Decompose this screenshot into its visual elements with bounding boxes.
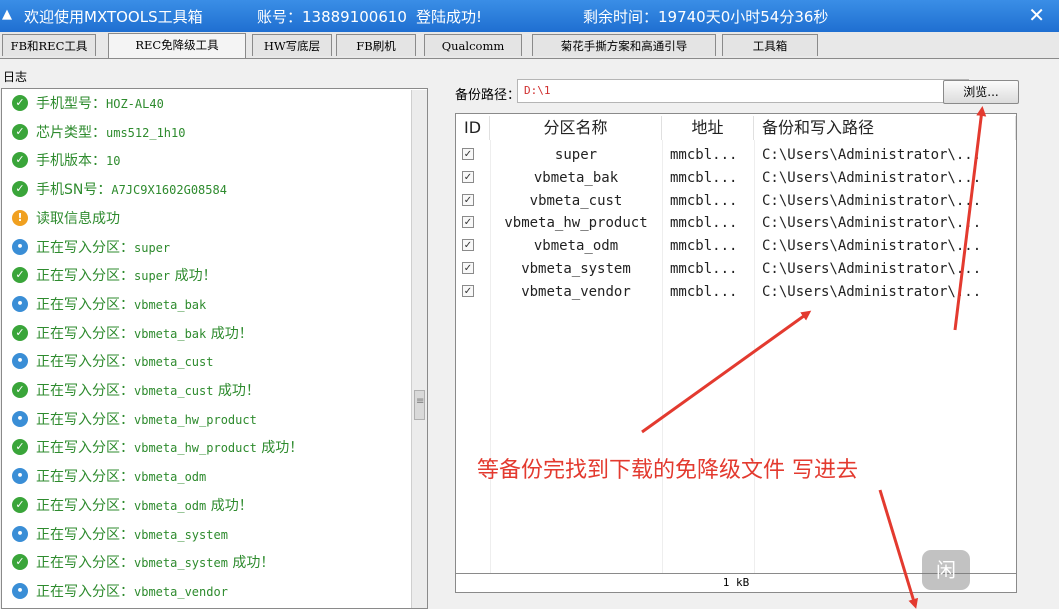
annotation-arrows bbox=[641, 106, 987, 609]
arrow-to-browse bbox=[953, 106, 987, 331]
annotation-text: 等备份完找到下载的免降级文件 写进去 bbox=[477, 458, 858, 483]
arrow-to-bottom bbox=[878, 489, 919, 609]
arrow-to-table bbox=[641, 310, 812, 434]
watermark-logo-icon: 闲 bbox=[922, 550, 970, 590]
